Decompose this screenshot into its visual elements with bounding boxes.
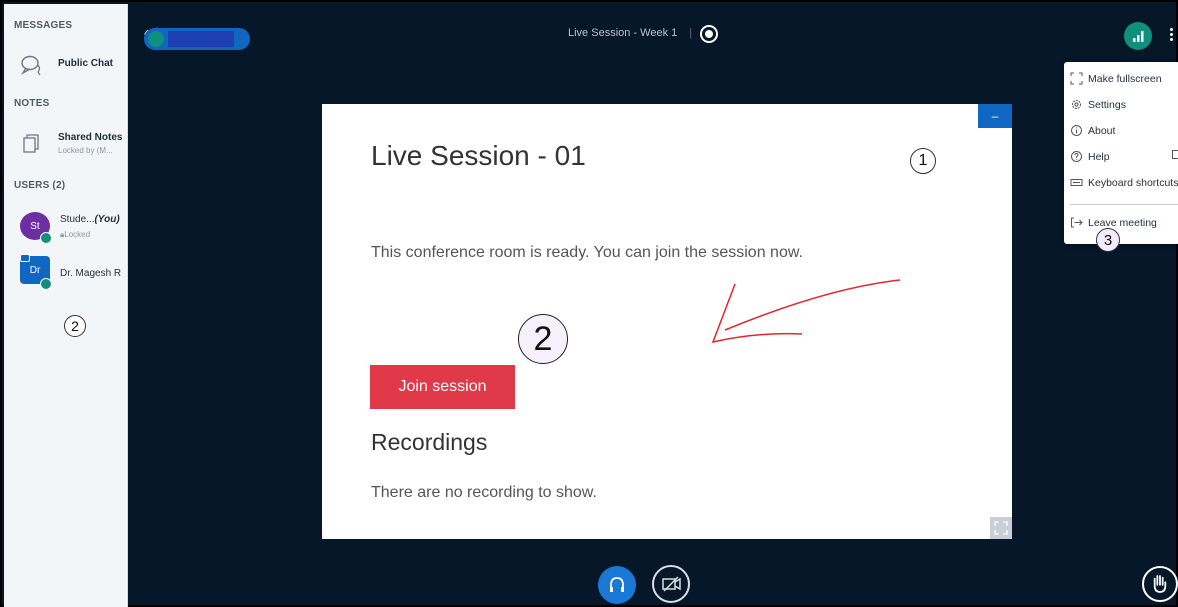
- menu-item-label: Make fullscreen: [1088, 73, 1162, 85]
- user-name-text: Stude...: [60, 214, 95, 225]
- menu-item-keyboard-shortcuts[interactable]: Keyboard shortcuts: [1064, 172, 1178, 194]
- chat-icon: [21, 55, 41, 76]
- menu-item-label: Help: [1088, 151, 1110, 163]
- shared-notes-lock-status: Locked by (M...: [58, 146, 113, 155]
- info-icon: [1071, 125, 1082, 136]
- annotation-arrow-drawing: [711, 279, 901, 344]
- signal-bars-icon: [1133, 31, 1144, 42]
- menu-item-label: About: [1088, 125, 1116, 137]
- presentation-slide: – Live Session - 01 1 This conference ro…: [322, 104, 1012, 539]
- talking-indicator[interactable]: [144, 28, 250, 50]
- share-webcam-button[interactable]: [652, 565, 690, 603]
- leave-icon: [1071, 217, 1083, 228]
- sidebar-item-shared-notes[interactable]: Shared Notes Locked by (M...: [4, 126, 128, 166]
- annotation-number: 2: [64, 315, 86, 337]
- notes-icon: [23, 134, 39, 153]
- menu-item-label: Keyboard shortcuts: [1088, 177, 1178, 189]
- fullscreen-slide-button[interactable]: [990, 517, 1012, 539]
- listen-only-badge-icon: [40, 232, 52, 244]
- recordings-message: There are no recording to show.: [371, 484, 597, 501]
- sidebar-item-label: Public Chat: [58, 58, 114, 69]
- video-off-icon: [662, 576, 681, 592]
- annotation-number: 2: [518, 314, 568, 364]
- menu-item-help[interactable]: Help: [1064, 146, 1178, 168]
- menu-item-fullscreen[interactable]: Make fullscreen: [1064, 68, 1178, 90]
- slide-message: This conference room is ready. You can j…: [371, 244, 803, 261]
- recording-indicator-icon[interactable]: [700, 25, 718, 43]
- annotation-number: 3: [1096, 228, 1120, 252]
- app-frame: MESSAGES Public Chat NOTES Shared Notes …: [0, 0, 1178, 607]
- user-name: Stude...(You): [60, 214, 120, 225]
- connection-status-button[interactable]: [1124, 22, 1152, 50]
- fullscreen-icon: [1070, 72, 1083, 85]
- meeting-title-text: Live Session - Week 1: [568, 27, 678, 39]
- user-lock-status: 🔒︎Locked: [60, 230, 91, 239]
- avatar-initials: Dr: [29, 264, 41, 276]
- user-list-item[interactable]: St Stude...(You) 🔒︎Locked: [4, 208, 128, 246]
- user-lock-text: Locked: [64, 230, 91, 239]
- help-icon: [1071, 151, 1082, 162]
- meeting-title: Live Session - Week 1 |: [568, 27, 692, 39]
- join-session-button[interactable]: Join session: [370, 365, 515, 409]
- external-link-icon: [1172, 150, 1178, 159]
- redacted-name: [168, 31, 234, 47]
- user-name: Dr. Magesh R: [60, 268, 122, 279]
- keyboard-icon: [1070, 179, 1083, 186]
- title-divider: |: [689, 27, 693, 39]
- menu-item-label: Leave meeting: [1088, 217, 1157, 229]
- user-list-item[interactable]: Dr Dr. Magesh R: [4, 252, 128, 290]
- sidebar-item-label: Shared Notes: [58, 132, 123, 143]
- expand-icon: [994, 521, 1008, 535]
- microphone-icon: [148, 31, 164, 47]
- menu-item-settings[interactable]: Settings: [1064, 94, 1178, 116]
- gear-icon: [1072, 100, 1081, 109]
- messages-section-title: MESSAGES: [14, 20, 73, 31]
- headphones-icon: [610, 577, 624, 592]
- avatar-initials: St: [30, 220, 40, 232]
- sidebar-item-public-chat[interactable]: Public Chat: [4, 48, 128, 88]
- annotation-number: 1: [910, 148, 936, 174]
- microphone-badge-icon: [40, 278, 52, 290]
- options-menu-button[interactable]: [1166, 26, 1176, 48]
- menu-item-label: Settings: [1088, 99, 1126, 111]
- sidebar: MESSAGES Public Chat NOTES Shared Notes …: [4, 4, 128, 607]
- audio-button[interactable]: [598, 566, 636, 604]
- slide-title: Live Session - 01: [371, 140, 586, 171]
- recordings-heading: Recordings: [371, 429, 488, 455]
- kebab-dot: [1169, 33, 1173, 36]
- hand-icon: [1153, 575, 1167, 593]
- kebab-dot: [1169, 38, 1173, 41]
- menu-divider: [1070, 204, 1178, 205]
- you-label: (You): [94, 214, 120, 225]
- presenter-icon: [20, 254, 30, 262]
- options-dropdown-menu: Make fullscreen Settings About Help Keyb…: [1064, 62, 1178, 252]
- minimize-presentation-button[interactable]: –: [978, 104, 1012, 128]
- raise-hand-button[interactable]: [1142, 566, 1178, 602]
- menu-item-about[interactable]: About: [1064, 120, 1178, 142]
- menu-item-leave-meeting[interactable]: Leave meeting: [1064, 212, 1178, 234]
- notes-section-title: NOTES: [14, 98, 50, 109]
- kebab-dot: [1169, 28, 1173, 31]
- users-section-title: USERS (2): [14, 180, 66, 191]
